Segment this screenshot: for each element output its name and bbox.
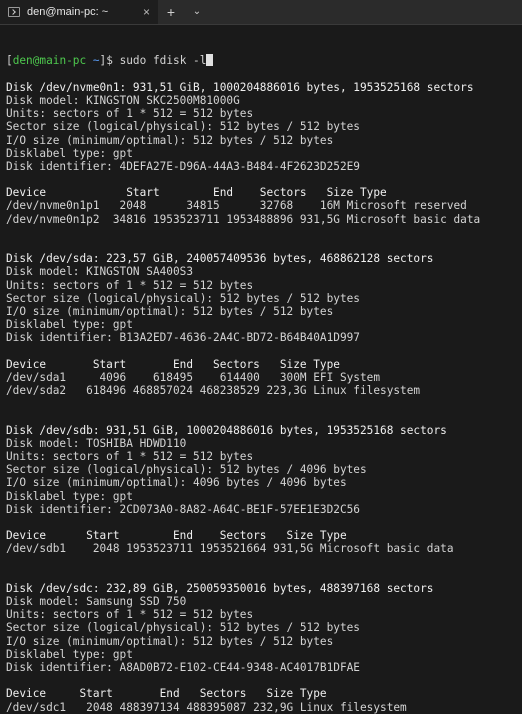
output-line: Disk /dev/sdb: 931,51 GiB, 1000204886016…: [6, 423, 447, 437]
output-line: /dev/sdc1 2048 488397134 488395087 232,9…: [6, 700, 407, 714]
terminal-output[interactable]: [den@main-pc ~]$ sudo fdisk -l Disk /dev…: [6, 28, 516, 714]
prompt-path: ~: [86, 54, 100, 68]
output-line: Disk model: Samsung SSD 750: [6, 595, 187, 609]
output-line: Disk /dev/sdc: 232,89 GiB, 250059350016 …: [6, 581, 434, 595]
output-line: Device Start End Sectors Size Type: [6, 186, 387, 200]
output-line: Sector size (logical/physical): 512 byte…: [6, 621, 360, 635]
output-line: I/O size (minimum/optimal): 512 bytes / …: [6, 304, 334, 318]
output-line: I/O size (minimum/optimal): 512 bytes / …: [6, 634, 334, 648]
text-cursor: [206, 54, 214, 67]
output-line: Disk model: KINGSTON SKC2500M81000G: [6, 93, 240, 107]
output-line: Disk identifier: B13A2ED7-4636-2A4C-BD72…: [6, 331, 360, 345]
command-prompt-line: [den@main-pc ~]$ sudo fdisk -l: [6, 54, 516, 67]
output-line: /dev/sdb1 2048 1953523711 1953521664 931…: [6, 542, 454, 556]
output-line: Sector size (logical/physical): 512 byte…: [6, 120, 360, 134]
output-line: I/O size (minimum/optimal): 4096 bytes /…: [6, 476, 347, 490]
output-line: Disk /dev/sda: 223,57 GiB, 240057409536 …: [6, 252, 434, 266]
new-tab-button[interactable]: +: [158, 0, 184, 24]
output-line: Device Start End Sectors Size Type: [6, 529, 347, 543]
output-line: Disk /dev/nvme0n1: 931,51 GiB, 100020488…: [6, 80, 474, 94]
output-line: Disklabel type: gpt: [6, 318, 133, 332]
output-line: Sector size (logical/physical): 512 byte…: [6, 463, 367, 477]
output-line: /dev/sda2 618496 468857024 468238529 223…: [6, 384, 421, 398]
output-line: Disk identifier: A8AD0B72-E102-CE44-9348…: [6, 661, 360, 675]
prompt-user: den@main-pc: [12, 54, 87, 68]
output-line: Disk identifier: 2CD073A0-8A82-A64C-BE1F…: [6, 502, 360, 516]
output-line: Disk model: TOSHIBA HDWD110: [6, 436, 187, 450]
output-line: Units: sectors of 1 * 512 = 512 bytes: [6, 608, 254, 622]
terminal-tab[interactable]: den@main-pc: ~ ×: [0, 0, 158, 24]
output-line: /dev/nvme0n1p1 2048 34815 32768 16M Micr…: [6, 199, 467, 213]
output-line: Units: sectors of 1 * 512 = 512 bytes: [6, 107, 254, 121]
command-text: sudo fdisk -l: [119, 54, 207, 68]
output-line: Sector size (logical/physical): 512 byte…: [6, 291, 360, 305]
output-line: /dev/sda1 4096 618495 614400 300M EFI Sy…: [6, 370, 381, 384]
terminal-icon: [8, 7, 20, 17]
output-line: I/O size (minimum/optimal): 512 bytes / …: [6, 133, 334, 147]
output-line: Units: sectors of 1 * 512 = 512 bytes: [6, 278, 254, 292]
prompt-bracket-close: ]$: [99, 54, 120, 68]
output-line: Disklabel type: gpt: [6, 647, 133, 661]
title-bar: den@main-pc: ~ × + ⌄: [0, 0, 522, 25]
output-line: Device Start End Sectors Size Type: [6, 357, 340, 371]
output-line: Units: sectors of 1 * 512 = 512 bytes: [6, 450, 254, 464]
output-line: Disk identifier: 4DEFA27E-D96A-44A3-B484…: [6, 159, 360, 173]
output-line: Disklabel type: gpt: [6, 146, 133, 160]
output-line: /dev/nvme0n1p2 34816 1953523711 19534888…: [6, 212, 481, 226]
tab-close-button[interactable]: ×: [143, 5, 150, 19]
output-line: Disklabel type: gpt: [6, 489, 133, 503]
output-line: Disk model: KINGSTON SA400S3: [6, 265, 194, 279]
tab-title: den@main-pc: ~: [27, 6, 109, 18]
chevron-down-icon[interactable]: ⌄: [184, 0, 210, 24]
prompt-bracket-open: [: [6, 54, 13, 68]
